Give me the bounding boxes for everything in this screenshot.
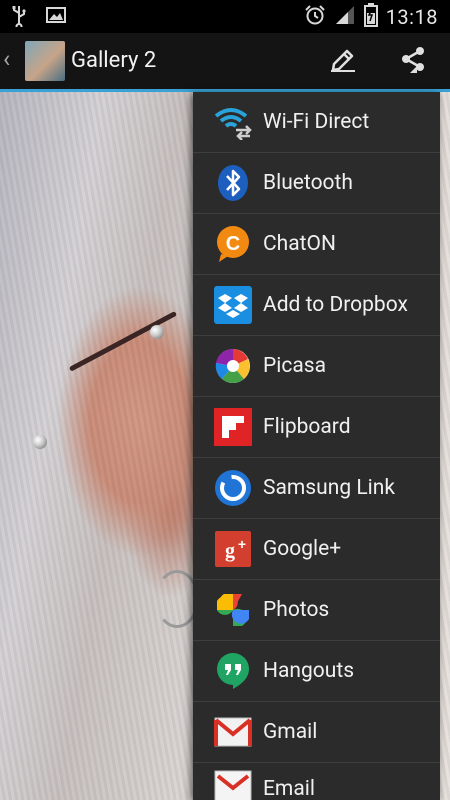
alarm-icon (304, 4, 326, 30)
share-item-label: Email (263, 777, 315, 800)
share-item-label: Picasa (263, 354, 327, 378)
clock: 13:18 (385, 5, 438, 29)
overflow-indicator (410, 66, 417, 73)
share-item-gmail[interactable]: Gmail (193, 702, 440, 763)
share-item-photos[interactable]: Photos (193, 580, 440, 641)
status-bar: 13:18 (0, 0, 450, 33)
picasa-icon (213, 346, 253, 386)
dropbox-icon (213, 285, 253, 325)
usb-icon (10, 5, 28, 31)
share-item-google-plus[interactable]: g + Google+ (193, 519, 440, 580)
share-button[interactable] (395, 43, 431, 79)
share-item-label: Wi-Fi Direct (263, 110, 370, 134)
hangouts-icon (213, 651, 253, 691)
gmail-icon (213, 712, 253, 752)
piercing-stud-left (33, 435, 47, 449)
bluetooth-icon (213, 163, 253, 203)
back-chevron-icon[interactable]: ‹ (3, 45, 10, 73)
action-bar: ‹ Gallery 2 (0, 33, 450, 92)
chaton-icon: C (213, 224, 253, 264)
battery-icon (363, 3, 378, 31)
wifi-direct-icon (213, 102, 253, 142)
svg-text:C: C (226, 233, 240, 255)
share-item-label: Photos (263, 598, 330, 622)
share-item-email[interactable]: Email (193, 763, 440, 800)
share-item-hangouts[interactable]: Hangouts (193, 641, 440, 702)
image-notification-icon (46, 5, 66, 31)
edit-button[interactable] (325, 43, 361, 79)
share-item-label: Google+ (263, 537, 342, 561)
share-item-label: Hangouts (263, 659, 355, 683)
signal-icon (334, 4, 356, 30)
samsung-link-icon (213, 468, 253, 508)
email-icon (213, 768, 253, 800)
share-item-label: Add to Dropbox (263, 293, 408, 317)
app-title[interactable]: Gallery 2 (71, 48, 156, 73)
svg-text:g: g (225, 540, 235, 562)
share-item-label: Gmail (263, 720, 318, 744)
share-item-samsung-link[interactable]: Samsung Link (193, 458, 440, 519)
google-plus-icon: g + (213, 529, 253, 569)
share-menu: Wi-Fi Direct Bluetooth C ChatON Add to D… (193, 92, 440, 800)
piercing-stud-top (150, 325, 164, 339)
share-item-flipboard[interactable]: Flipboard (193, 397, 440, 458)
edit-icon (328, 44, 358, 78)
share-item-picasa[interactable]: Picasa (193, 336, 440, 397)
gallery-app-icon[interactable] (25, 41, 65, 81)
share-item-label: Bluetooth (263, 171, 353, 195)
share-item-label: Flipboard (263, 415, 351, 439)
share-item-chaton[interactable]: C ChatON (193, 214, 440, 275)
share-item-wifi-direct[interactable]: Wi-Fi Direct (193, 92, 440, 153)
flipboard-icon (213, 407, 253, 447)
svg-text:+: + (238, 536, 246, 552)
share-item-dropbox[interactable]: Add to Dropbox (193, 275, 440, 336)
share-item-label: ChatON (263, 232, 336, 256)
share-item-label: Samsung Link (263, 476, 395, 500)
share-item-bluetooth[interactable]: Bluetooth (193, 153, 440, 214)
photos-icon (213, 590, 253, 630)
